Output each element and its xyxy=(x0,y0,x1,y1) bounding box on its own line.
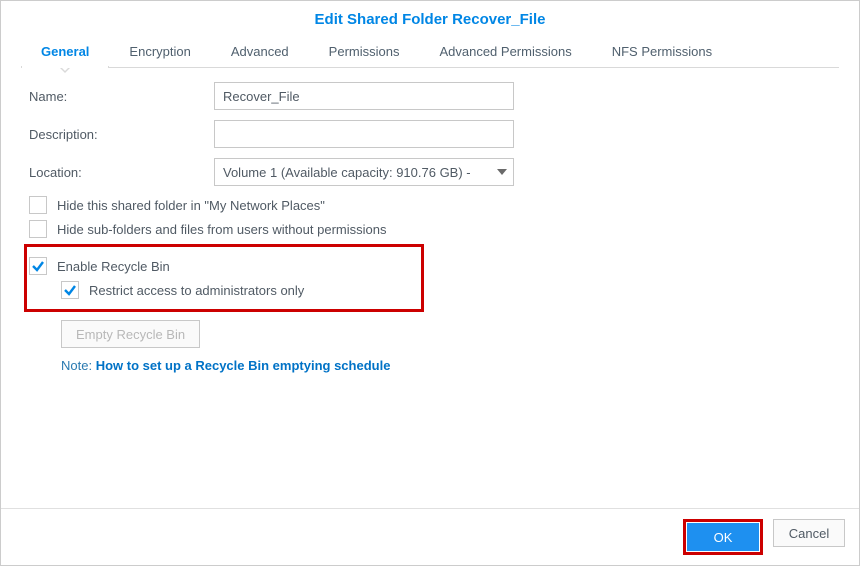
tab-advanced-permissions[interactable]: Advanced Permissions xyxy=(419,34,591,67)
hide-subfolders-label: Hide sub-folders and files from users wi… xyxy=(57,222,386,237)
recycle-schedule-link[interactable]: How to set up a Recycle Bin emptying sch… xyxy=(96,358,391,373)
location-value: Volume 1 (Available capacity: 910.76 GB)… xyxy=(223,165,471,180)
restrict-admin-checkbox[interactable] xyxy=(61,281,79,299)
tab-nfs-permissions[interactable]: NFS Permissions xyxy=(592,34,732,67)
tab-permissions[interactable]: Permissions xyxy=(309,34,420,67)
dialog-title: Edit Shared Folder Recover_File xyxy=(1,1,859,34)
chevron-down-icon xyxy=(497,169,507,175)
tab-label: Permissions xyxy=(329,44,400,59)
location-select[interactable]: Volume 1 (Available capacity: 910.76 GB)… xyxy=(214,158,514,186)
hide-network-checkbox[interactable] xyxy=(29,196,47,214)
note-prefix: Note: xyxy=(61,358,96,373)
row-name: Name: xyxy=(29,82,831,110)
name-label: Name: xyxy=(29,89,214,104)
note-row: Note: How to set up a Recycle Bin emptyi… xyxy=(61,358,831,373)
tab-label: General xyxy=(41,44,89,59)
tab-label: Advanced xyxy=(231,44,289,59)
empty-recycle-button[interactable]: Empty Recycle Bin xyxy=(61,320,200,348)
tab-label: NFS Permissions xyxy=(612,44,712,59)
tab-advanced[interactable]: Advanced xyxy=(211,34,309,67)
tab-label: Encryption xyxy=(129,44,190,59)
hide-network-label: Hide this shared folder in "My Network P… xyxy=(57,198,325,213)
row-location: Location: Volume 1 (Available capacity: … xyxy=(29,158,831,186)
enable-recycle-checkbox[interactable] xyxy=(29,257,47,275)
tab-active-indicator xyxy=(59,67,71,73)
hide-subfolders-checkbox[interactable] xyxy=(29,220,47,238)
ok-button[interactable]: OK xyxy=(687,523,759,551)
restrict-admin-label: Restrict access to administrators only xyxy=(89,283,304,298)
location-label: Location: xyxy=(29,165,214,180)
row-hide-network: Hide this shared folder in "My Network P… xyxy=(29,196,831,214)
tab-label: Advanced Permissions xyxy=(439,44,571,59)
tabs-container: General Encryption Advanced Permissions … xyxy=(1,34,859,68)
tab-encryption[interactable]: Encryption xyxy=(109,34,210,67)
row-restrict-admin: Restrict access to administrators only xyxy=(61,281,417,299)
tab-bar: General Encryption Advanced Permissions … xyxy=(21,34,839,68)
tab-general[interactable]: General xyxy=(21,34,109,67)
annotation-ok-highlight: OK xyxy=(683,519,763,555)
name-input[interactable] xyxy=(214,82,514,110)
cancel-button[interactable]: Cancel xyxy=(773,519,845,547)
enable-recycle-label: Enable Recycle Bin xyxy=(57,259,170,274)
description-input[interactable] xyxy=(214,120,514,148)
row-enable-recycle: Enable Recycle Bin xyxy=(29,257,417,275)
tab-content: Name: Description: Location: Volume 1 (A… xyxy=(1,68,859,508)
dialog-footer: OK Cancel xyxy=(1,508,859,565)
edit-shared-folder-dialog: Edit Shared Folder Recover_File General … xyxy=(0,0,860,566)
annotation-highlight-box: Enable Recycle Bin Restrict access to ad… xyxy=(24,244,424,312)
row-description: Description: xyxy=(29,120,831,148)
description-label: Description: xyxy=(29,127,214,142)
row-empty-recycle: Empty Recycle Bin xyxy=(61,320,831,348)
row-hide-subfolders: Hide sub-folders and files from users wi… xyxy=(29,220,831,238)
